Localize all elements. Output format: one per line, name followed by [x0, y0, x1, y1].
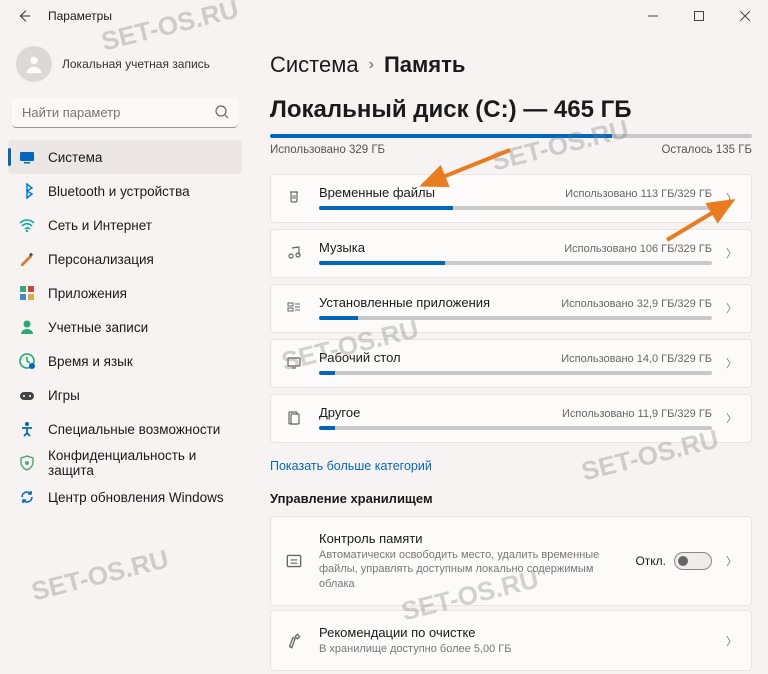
close-button[interactable] [722, 0, 768, 32]
category-title: Музыка [319, 240, 365, 255]
search-icon [214, 104, 230, 123]
category-title: Установленные приложения [319, 295, 490, 310]
wifi-icon [18, 216, 36, 234]
category-bar [319, 371, 712, 375]
temp-icon [283, 187, 305, 209]
category-title: Другое [319, 405, 360, 420]
breadcrumb: Система › Память [270, 52, 752, 78]
chevron-right-icon: 〉 [726, 633, 737, 649]
accounts-icon [18, 318, 36, 336]
nav-item-wifi[interactable]: Сеть и Интернет [8, 208, 242, 242]
mgmt-storage-sense[interactable]: Контроль памяти Автоматически освободить … [270, 516, 752, 606]
apps-icon [283, 297, 305, 319]
category-title: Рабочий стол [319, 350, 401, 365]
nav-label: Bluetooth и устройства [48, 184, 190, 199]
show-more-link[interactable]: Показать больше категорий [270, 449, 432, 491]
nav-item-apps[interactable]: Приложения [8, 276, 242, 310]
privacy-icon [18, 454, 36, 472]
toggle-label: Откл. [635, 554, 666, 568]
music-icon [283, 242, 305, 264]
nav-label: Время и язык [48, 354, 133, 369]
category-bar [319, 426, 712, 430]
disk-free-label: Осталось 135 ГБ [661, 144, 752, 156]
nav-label: Система [48, 150, 102, 165]
chevron-right-icon: › [369, 56, 374, 74]
nav-item-time[interactable]: Время и язык [8, 344, 242, 378]
accessibility-icon [18, 420, 36, 438]
cleanup-icon [283, 630, 305, 652]
maximize-button[interactable] [676, 0, 722, 32]
storage-sense-icon [283, 550, 305, 572]
minimize-button[interactable] [630, 0, 676, 32]
time-icon [18, 352, 36, 370]
storage-category-desktop[interactable]: Рабочий стол Использовано 14,0 ГБ/329 ГБ 〉 [270, 339, 752, 388]
breadcrumb-parent[interactable]: Система [270, 52, 359, 78]
mgmt-title: Рекомендации по очистке [319, 625, 712, 640]
avatar [16, 46, 52, 82]
chevron-right-icon: 〉 [726, 553, 737, 569]
mgmt-desc: Автоматически освободить место, удалить … [319, 548, 621, 591]
nav-label: Центр обновления Windows [48, 490, 224, 505]
category-bar [319, 261, 712, 265]
nav-item-system[interactable]: Система [8, 140, 242, 174]
breadcrumb-current: Память [384, 52, 465, 78]
search-input[interactable] [12, 98, 238, 128]
account-block[interactable]: Локальная учетная запись [8, 40, 242, 92]
personalize-icon [18, 250, 36, 268]
chevron-right-icon: 〉 [726, 190, 737, 206]
nav-label: Учетные записи [48, 320, 148, 335]
search-box[interactable] [12, 98, 238, 128]
nav-item-accounts[interactable]: Учетные записи [8, 310, 242, 344]
chevron-right-icon: 〉 [726, 410, 737, 426]
nav-label: Приложения [48, 286, 127, 301]
category-usage: Использовано 32,9 ГБ/329 ГБ [561, 298, 712, 310]
nav-item-personalize[interactable]: Персонализация [8, 242, 242, 276]
mgmt-cleanup[interactable]: Рекомендации по очистке В хранилище досту… [270, 610, 752, 671]
nav-item-privacy[interactable]: Конфиденциальность и защита [8, 446, 242, 480]
chevron-right-icon: 〉 [726, 300, 737, 316]
account-label: Локальная учетная запись [62, 57, 210, 71]
desktop-icon [283, 352, 305, 374]
toggle-switch[interactable] [674, 552, 712, 570]
nav-label: Сеть и Интернет [48, 218, 152, 233]
category-bar [319, 316, 712, 320]
nav-item-update[interactable]: Центр обновления Windows [8, 480, 242, 514]
gaming-icon [18, 386, 36, 404]
disk-usage-bar [270, 134, 752, 138]
disk-title: Локальный диск (C:) — 465 ГБ [270, 96, 752, 124]
category-usage: Использовано 113 ГБ/329 ГБ [565, 188, 712, 200]
storage-category-music[interactable]: Музыка Использовано 106 ГБ/329 ГБ 〉 [270, 229, 752, 278]
apps-icon [18, 284, 36, 302]
back-button[interactable] [12, 4, 36, 28]
nav-item-bluetooth[interactable]: Bluetooth и устройства [8, 174, 242, 208]
nav-label: Игры [48, 388, 80, 403]
category-title: Временные файлы [319, 185, 435, 200]
nav-label: Персонализация [48, 252, 154, 267]
storage-category-temp[interactable]: Временные файлы Использовано 113 ГБ/329 Г… [270, 174, 752, 223]
window-title: Параметры [48, 9, 112, 23]
mgmt-title: Контроль памяти [319, 531, 621, 546]
category-usage: Использовано 106 ГБ/329 ГБ [564, 243, 712, 255]
nav-item-accessibility[interactable]: Специальные возможности [8, 412, 242, 446]
disk-used-label: Использовано 329 ГБ [270, 144, 385, 156]
category-bar [319, 206, 712, 210]
nav-label: Конфиденциальность и защита [48, 448, 232, 478]
nav-label: Специальные возможности [48, 422, 220, 437]
category-usage: Использовано 14,0 ГБ/329 ГБ [561, 353, 712, 365]
category-usage: Использовано 11,9 ГБ/329 ГБ [562, 408, 712, 420]
chevron-right-icon: 〉 [726, 245, 737, 261]
management-heading: Управление хранилищем [270, 491, 752, 506]
nav-item-gaming[interactable]: Игры [8, 378, 242, 412]
mgmt-desc: В хранилище доступно более 5,00 ГБ [319, 642, 712, 656]
chevron-right-icon: 〉 [726, 355, 737, 371]
system-icon [18, 148, 36, 166]
storage-category-apps[interactable]: Установленные приложения Использовано 32,… [270, 284, 752, 333]
other-icon [283, 407, 305, 429]
storage-category-other[interactable]: Другое Использовано 11,9 ГБ/329 ГБ 〉 [270, 394, 752, 443]
bluetooth-icon [18, 182, 36, 200]
update-icon [18, 488, 36, 506]
